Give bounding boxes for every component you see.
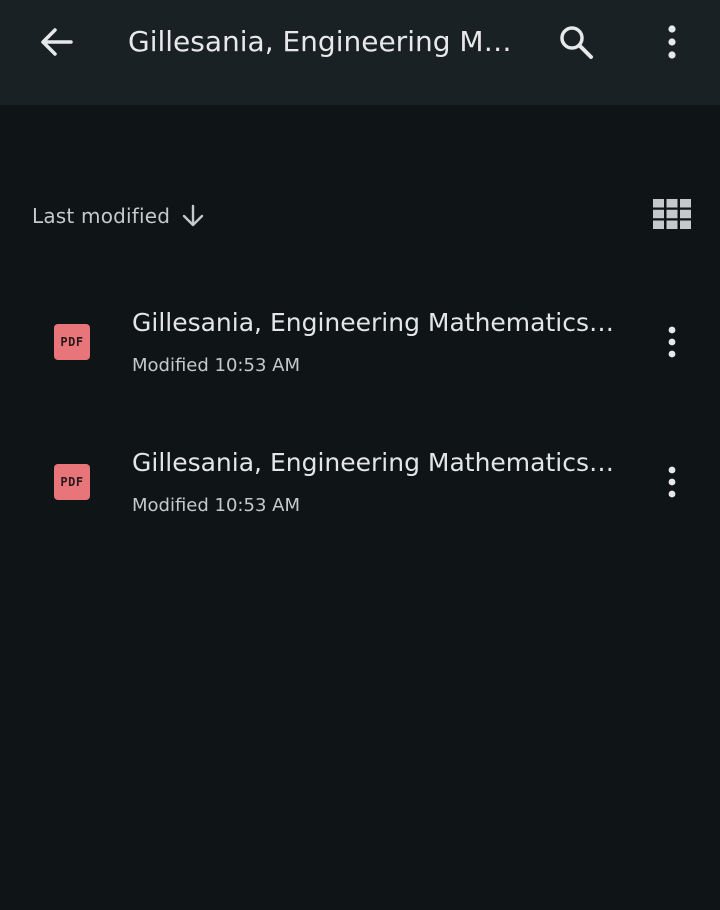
- app-bar: Gillesania, Engineering Mathematics Volu…: [0, 0, 720, 105]
- file-name: Gillesania, Engineering Mathematics Volu…: [132, 448, 620, 477]
- pdf-icon: PDF: [54, 464, 90, 500]
- search-icon: [560, 26, 593, 59]
- folder-title: Gillesania, Engineering Mathematics Volu…: [128, 25, 518, 58]
- file-name: Gillesania, Engineering Mathematics Volu…: [132, 308, 620, 337]
- grid-view-toggle[interactable]: [644, 190, 700, 238]
- sort-button[interactable]: Last modified: [32, 198, 204, 234]
- grid-view-icon: [653, 199, 691, 229]
- file-row[interactable]: PDF Gillesania, Engineering Mathematics …: [0, 412, 720, 552]
- file-modified-time: Modified 10:53 AM: [132, 355, 300, 376]
- sort-label: Last modified: [32, 204, 171, 228]
- pdf-icon: PDF: [54, 324, 90, 360]
- file-more-button[interactable]: [650, 458, 694, 506]
- file-list: PDF Gillesania, Engineering Mathematics …: [0, 272, 720, 552]
- more-options-button[interactable]: [646, 16, 698, 68]
- more-vert-icon: [668, 25, 676, 59]
- arrow-back-icon: [41, 28, 73, 56]
- file-row[interactable]: PDF Gillesania, Engineering Mathematics …: [0, 272, 720, 412]
- file-modified-time: Modified 10:53 AM: [132, 495, 300, 516]
- more-vert-icon: [668, 326, 676, 358]
- more-vert-icon: [668, 466, 676, 498]
- file-more-button[interactable]: [650, 318, 694, 366]
- back-button[interactable]: [26, 16, 86, 68]
- search-button[interactable]: [546, 16, 606, 68]
- arrow-down-icon: [182, 204, 204, 228]
